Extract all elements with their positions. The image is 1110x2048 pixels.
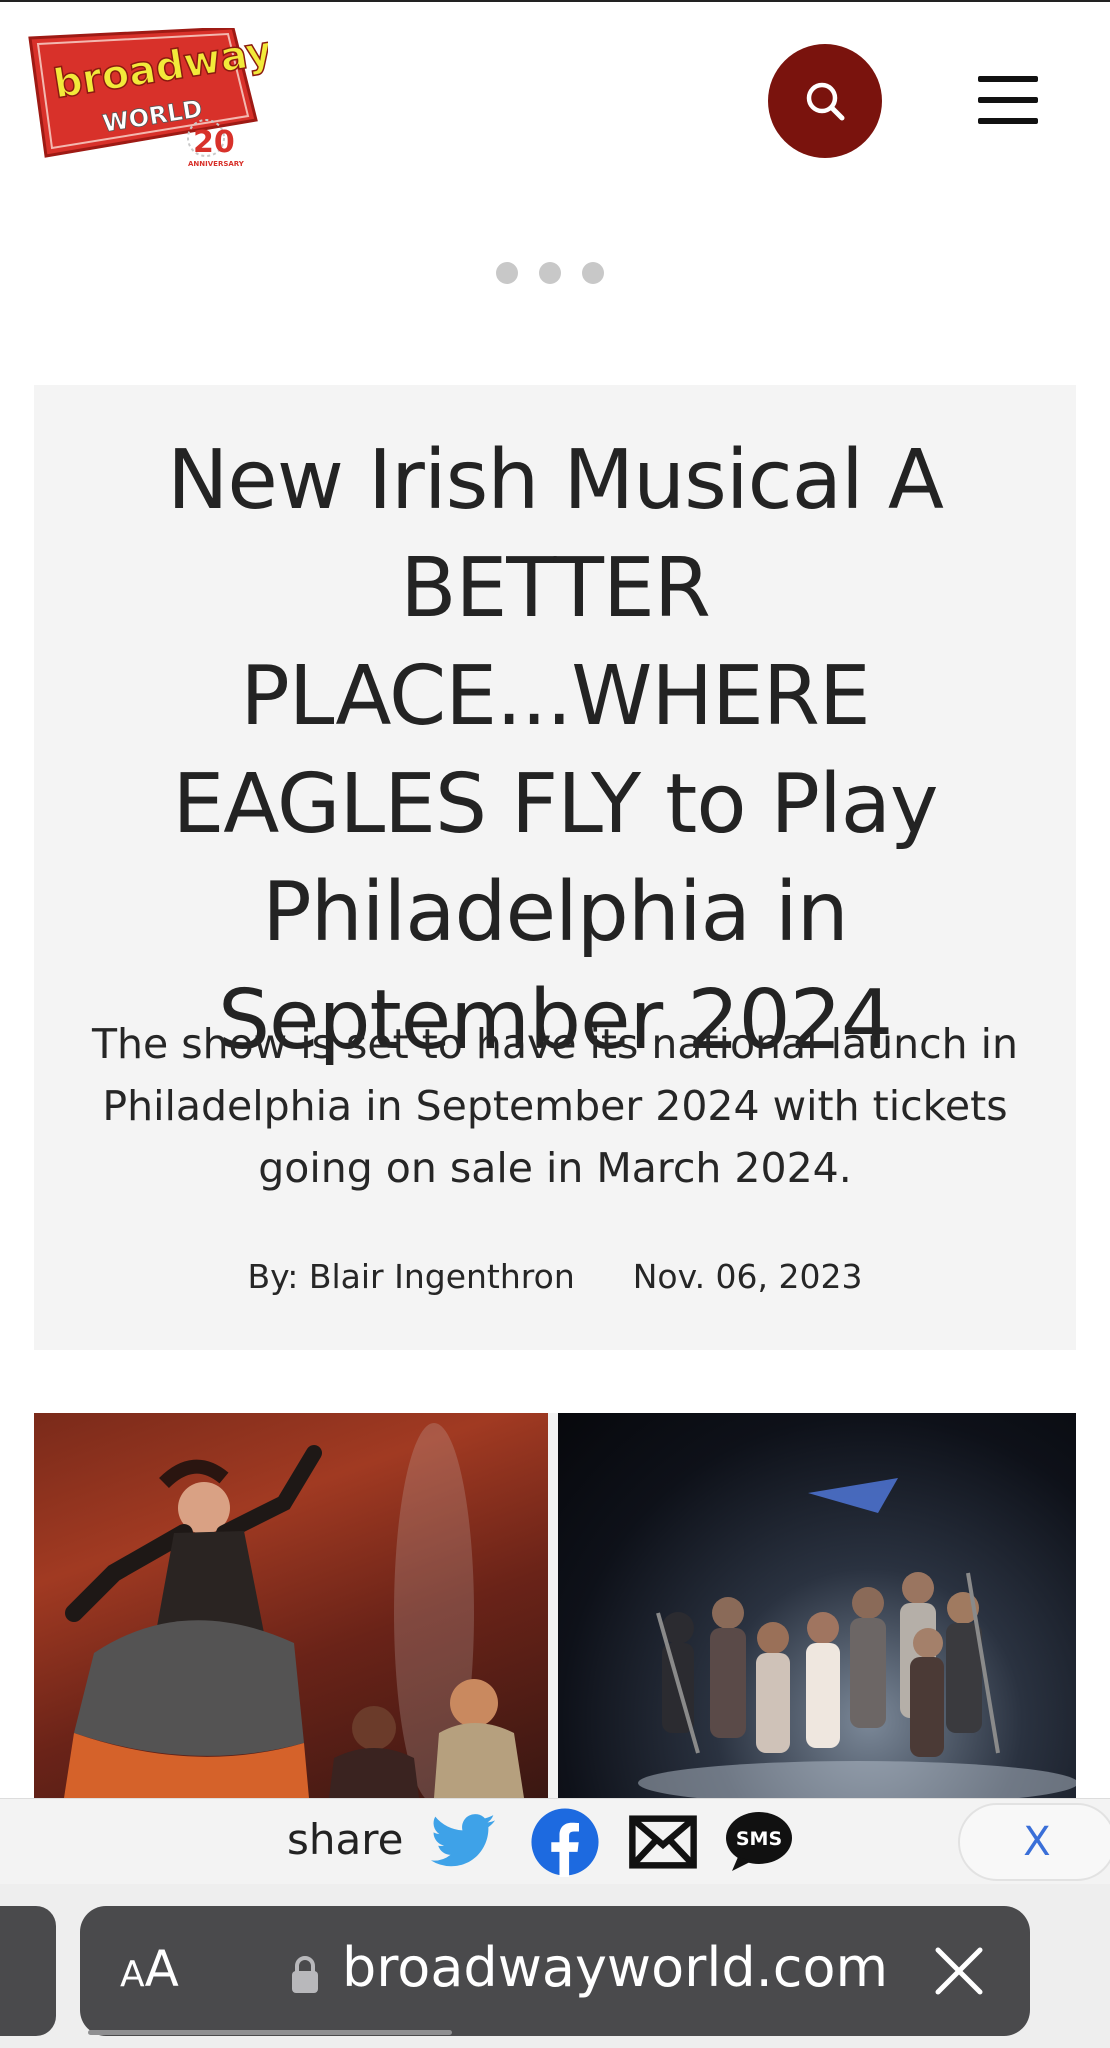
url-text[interactable]: broadwayworld.com xyxy=(342,1936,888,1999)
hero-image-divider xyxy=(548,1413,558,1798)
hero-image-right-ensemble xyxy=(558,1413,1076,1798)
article-date: Nov. 06, 2023 xyxy=(632,1257,863,1296)
carousel-dot[interactable] xyxy=(539,262,561,284)
sms-icon[interactable]: SMS xyxy=(724,1807,794,1877)
browser-bottom-bar: AA broadwayworld.com xyxy=(0,1884,1110,2048)
lock-icon xyxy=(292,1956,318,1993)
carousel-dot[interactable] xyxy=(582,262,604,284)
article-headline: New Irish Musical A BETTER PLACE...WHERE… xyxy=(167,433,944,1068)
close-share-bar-button[interactable]: X xyxy=(958,1803,1110,1881)
hero-image-left-dancer xyxy=(34,1413,548,1798)
article-subheadline: The show is set to have its national lau… xyxy=(91,1020,1019,1192)
logo-anniversary-number: 20 xyxy=(193,125,235,160)
top-border xyxy=(0,0,1110,2)
share-bar: share SMS X xyxy=(0,1798,1110,1886)
share-label: share xyxy=(287,1815,404,1864)
twitter-icon[interactable] xyxy=(428,1807,498,1877)
close-icon[interactable] xyxy=(930,1942,988,2000)
reader-text-size-button[interactable]: AA xyxy=(120,1940,179,1998)
article-hero-image xyxy=(34,1413,1076,1798)
previous-tab-preview[interactable] xyxy=(0,1906,56,2036)
search-button[interactable] xyxy=(768,44,882,158)
search-icon xyxy=(806,82,845,121)
article-header-card: New Irish Musical A BETTER PLACE...WHERE… xyxy=(34,385,1076,1350)
email-icon[interactable] xyxy=(628,1807,698,1877)
facebook-icon[interactable] xyxy=(530,1807,600,1877)
address-bar[interactable]: AA broadwayworld.com xyxy=(80,1906,1030,2036)
article-author[interactable]: By: Blair Ingenthron xyxy=(247,1257,574,1296)
hamburger-menu-icon xyxy=(978,76,1038,82)
carousel-dot[interactable] xyxy=(496,262,518,284)
sms-icon-text: SMS xyxy=(736,1828,782,1850)
carousel-dots xyxy=(496,262,604,284)
menu-button[interactable] xyxy=(970,68,1046,132)
broadwayworld-logo[interactable]: broadway WORLD 20 ANNIVERSARY xyxy=(28,26,276,173)
page-load-progress xyxy=(88,2030,452,2035)
logo-anniversary-text: ANNIVERSARY xyxy=(188,160,245,168)
article-byline: By: Blair Ingenthron Nov. 06, 2023 xyxy=(34,1257,1076,1296)
